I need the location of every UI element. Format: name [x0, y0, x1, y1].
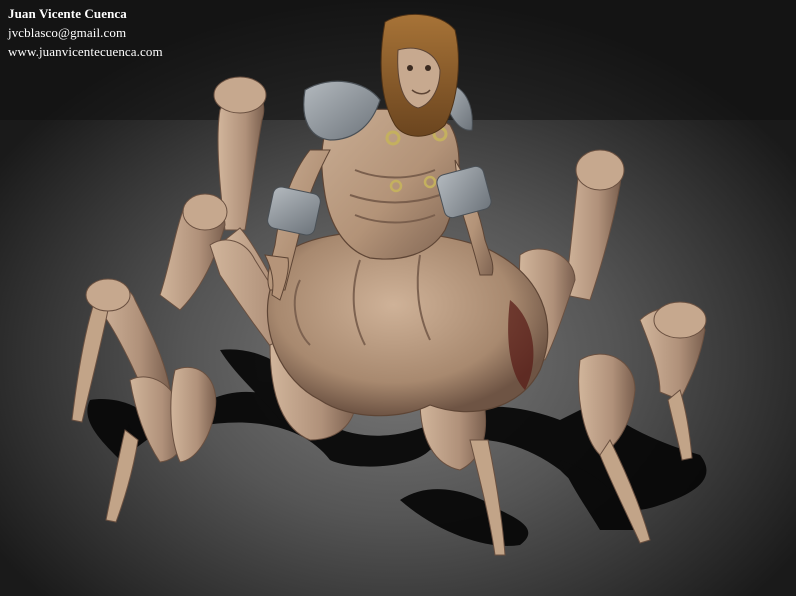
render-canvas	[0, 0, 796, 596]
author-email: jvcblasco@gmail.com	[8, 25, 127, 40]
creature-head	[380, 13, 459, 137]
author-name: Juan Vicente Cuenca	[8, 6, 127, 21]
author-website: www.juanvicentecuenca.com	[8, 44, 163, 59]
creature-abdomen	[266, 230, 549, 417]
credits-block: Juan Vicente Cuenca jvcblasco@gmail.com …	[8, 4, 163, 61]
